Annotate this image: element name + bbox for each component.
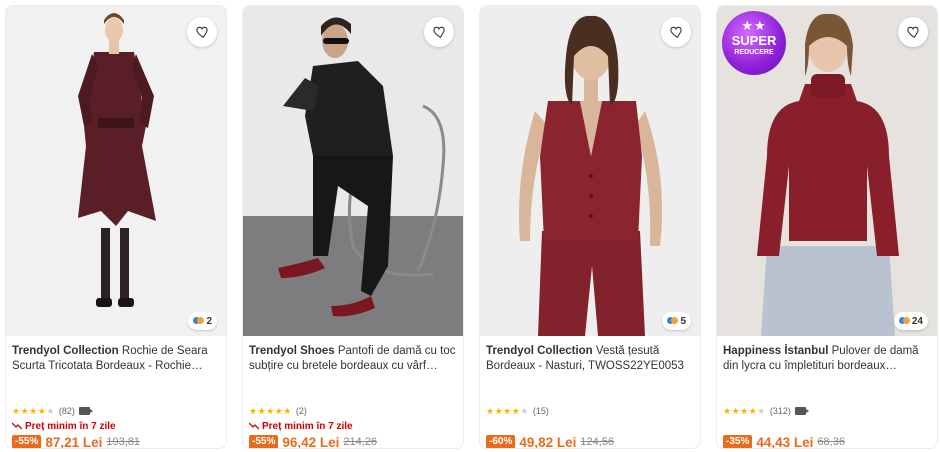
product-image[interactable]: 5 bbox=[480, 6, 700, 336]
review-count: (15) bbox=[532, 406, 549, 416]
discount-badge: -35% bbox=[723, 435, 753, 448]
review-count: (2) bbox=[295, 406, 307, 416]
color-variants-badge[interactable]: 2 bbox=[188, 312, 217, 330]
badge-stars: ★★ bbox=[741, 18, 767, 33]
product-grid: 2 Trendyol Collection Rochie de Seara Sc… bbox=[0, 0, 940, 452]
discount-badge: -60% bbox=[486, 435, 516, 448]
old-price: 68,36 bbox=[817, 436, 845, 448]
star-rating: ★★★★★ bbox=[486, 405, 529, 416]
review-count: (312) bbox=[769, 406, 791, 416]
product-image[interactable]: 2 bbox=[6, 6, 226, 336]
color-variants-badge[interactable]: 24 bbox=[893, 312, 928, 330]
trend-down-icon bbox=[12, 422, 22, 430]
star-rating: ★★★★★ bbox=[12, 405, 55, 416]
old-price: 193,81 bbox=[106, 436, 141, 448]
star-rating: ★★★★★ bbox=[723, 405, 766, 416]
product-image[interactable]: ★★ SUPER REDUCERE 24 bbox=[717, 6, 937, 336]
favorite-button[interactable] bbox=[424, 17, 454, 47]
promo-label bbox=[486, 420, 694, 432]
product-card[interactable]: 2 Trendyol Collection Rochie de Seara Sc… bbox=[5, 5, 227, 449]
price-row: -60% 49,82 Lei 124,56 bbox=[486, 434, 694, 449]
promo-label bbox=[723, 420, 931, 432]
promo-text: Preț minim în 7 zile bbox=[262, 420, 353, 432]
promo-label: Preț minim în 7 zile bbox=[249, 420, 457, 432]
product-brand: Trendyol Shoes bbox=[249, 345, 335, 357]
old-price: 214,26 bbox=[343, 436, 378, 448]
color-variants-badge[interactable]: 5 bbox=[662, 312, 691, 330]
trend-down-icon bbox=[249, 422, 259, 430]
star-rating: ★★★★★ bbox=[249, 405, 292, 416]
favorite-button[interactable] bbox=[661, 17, 691, 47]
rating-row: ★★★★★ (2) bbox=[249, 405, 457, 417]
current-price: 96,42 Lei bbox=[282, 434, 340, 449]
current-price: 87,21 Lei bbox=[45, 434, 103, 449]
heart-icon bbox=[907, 26, 919, 39]
promo-text: Preț minim în 7 zile bbox=[25, 420, 116, 432]
rating-row: ★★★★★ (312) bbox=[723, 405, 931, 417]
current-price: 44,43 Lei bbox=[756, 434, 814, 449]
favorite-button[interactable] bbox=[898, 17, 928, 47]
color-dots-icon bbox=[193, 317, 205, 325]
price-row: -35% 44,43 Lei 68,36 bbox=[723, 434, 931, 449]
color-count: 5 bbox=[680, 315, 686, 327]
video-camera-icon bbox=[794, 407, 809, 415]
color-dots-icon bbox=[667, 317, 679, 325]
product-brand: Happiness İstanbul bbox=[723, 345, 829, 357]
discount-badge: -55% bbox=[12, 435, 42, 448]
heart-icon bbox=[196, 26, 208, 39]
product-card[interactable]: Trendyol Shoes Pantofi de damă cu toc su… bbox=[242, 5, 464, 449]
product-title[interactable]: Happiness İstanbul Pulover de damă din l… bbox=[723, 344, 931, 373]
product-card[interactable]: ★★ SUPER REDUCERE 24 Happiness İstanbul … bbox=[716, 5, 938, 449]
heart-icon bbox=[670, 26, 682, 39]
current-price: 49,82 Lei bbox=[519, 434, 577, 449]
color-count: 24 bbox=[911, 315, 923, 327]
review-count: (82) bbox=[58, 406, 75, 416]
product-brand: Trendyol Collection bbox=[486, 345, 593, 357]
product-brand: Trendyol Collection bbox=[12, 345, 119, 357]
badge-line2: REDUCERE bbox=[734, 49, 774, 56]
product-title[interactable]: Trendyol Shoes Pantofi de damă cu toc su… bbox=[249, 344, 457, 373]
color-count: 2 bbox=[206, 315, 212, 327]
price-row: -55% 96,42 Lei 214,26 bbox=[249, 434, 457, 449]
product-card[interactable]: 5 Trendyol Collection Vestă țesută Borde… bbox=[479, 5, 701, 449]
price-row: -55% 87,21 Lei 193,81 bbox=[12, 434, 220, 449]
heart-icon bbox=[433, 26, 445, 39]
discount-badge: -55% bbox=[249, 435, 279, 448]
product-title[interactable]: Trendyol Collection Rochie de Seara Scur… bbox=[12, 344, 220, 373]
product-title[interactable]: Trendyol Collection Vestă țesută Bordeau… bbox=[486, 344, 694, 373]
promo-label: Preț minim în 7 zile bbox=[12, 420, 220, 432]
badge-line1: SUPER bbox=[731, 33, 777, 48]
rating-row: ★★★★★ (15) bbox=[486, 405, 694, 417]
old-price: 124,56 bbox=[580, 436, 615, 448]
video-camera-icon bbox=[78, 407, 93, 415]
super-reducere-badge: ★★ SUPER REDUCERE bbox=[722, 11, 786, 75]
color-dots-icon bbox=[898, 317, 910, 325]
product-image[interactable] bbox=[243, 6, 463, 336]
rating-row: ★★★★★ (82) bbox=[12, 405, 220, 417]
favorite-button[interactable] bbox=[187, 17, 217, 47]
